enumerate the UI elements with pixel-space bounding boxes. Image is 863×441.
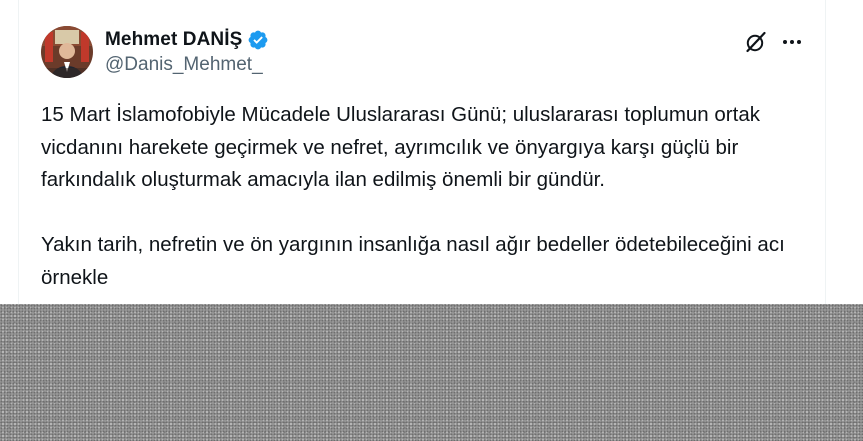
tweet-paragraph-1: 15 Mart İslamofobiyle Mücadele Uluslarar…	[41, 103, 760, 191]
tweet-actions	[733, 29, 805, 55]
grok-button[interactable]	[743, 29, 769, 55]
author-name-row: Mehmet DANİŞ	[105, 28, 269, 52]
tweet-text: 15 Mart İslamofobiyle Mücadele Uluslarar…	[41, 99, 801, 294]
more-options-icon	[783, 40, 801, 44]
author-display-name[interactable]: Mehmet DANİŞ	[105, 29, 242, 51]
author-handle[interactable]: @Danis_Mehmet_	[105, 54, 269, 76]
grok-icon	[746, 31, 766, 53]
redaction-noise-overlay	[0, 304, 863, 441]
more-options-button[interactable]	[779, 29, 805, 55]
overlay-notch	[0, 304, 322, 320]
tweet-paragraph-2: Yakın tarih, nefretin ve ön yargının ins…	[41, 233, 785, 289]
avatar-photo-icon	[41, 26, 93, 78]
author-info: Mehmet DANİŞ @Danis_Mehmet_	[105, 28, 269, 76]
verified-badge-icon[interactable]	[247, 29, 269, 51]
avatar[interactable]	[41, 26, 93, 78]
